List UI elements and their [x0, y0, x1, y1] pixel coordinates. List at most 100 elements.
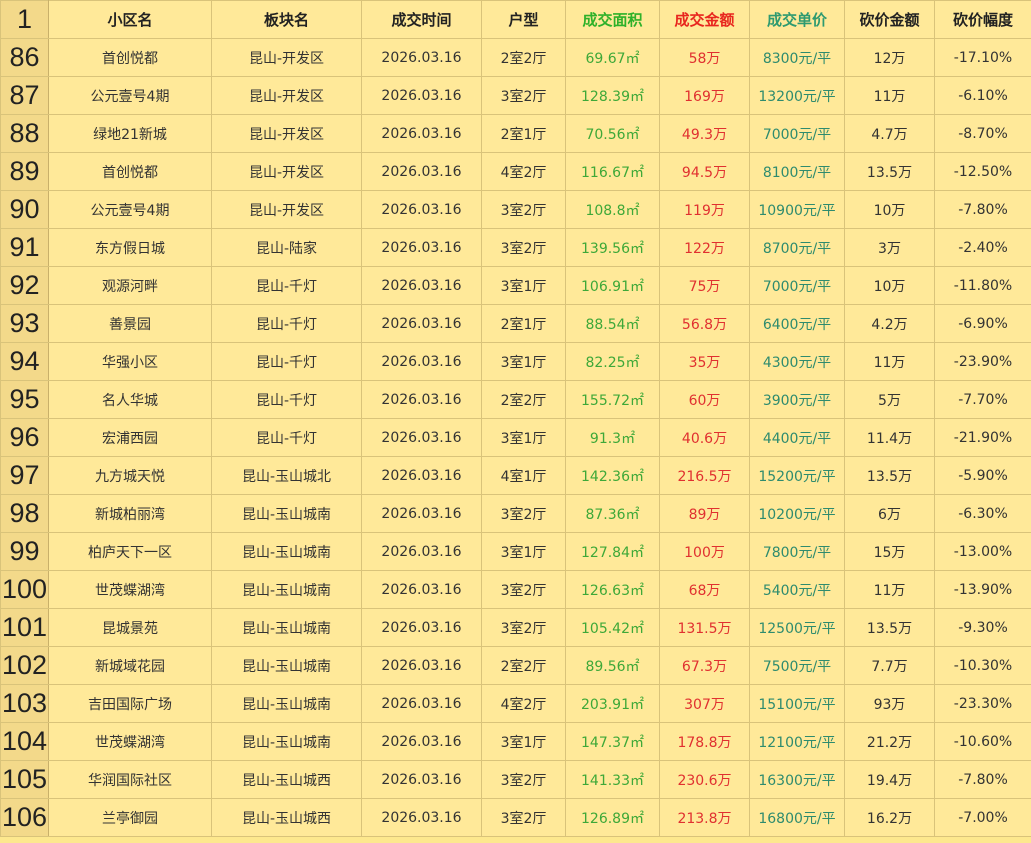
- cell-date[interactable]: 2026.03.16: [361, 722, 482, 761]
- cell-discount-amount[interactable]: 11.4万: [844, 418, 935, 457]
- cell-community[interactable]: 名人华城: [48, 380, 212, 419]
- cell-discount-rate[interactable]: -8.70%: [934, 114, 1031, 153]
- cell-district[interactable]: 昆山-开发区: [211, 114, 362, 153]
- cell-layout[interactable]: 3室2厅: [481, 76, 566, 115]
- cell-layout[interactable]: 3室1厅: [481, 722, 566, 761]
- row-number[interactable]: 93: [0, 304, 49, 343]
- table-row[interactable]: 104 世茂蝶湖湾 昆山-玉山城南 2026.03.16 3室1厅 147.37㎡ 178.…: [0, 722, 1031, 761]
- cell-layout[interactable]: 3室1厅: [481, 532, 566, 571]
- cell-district[interactable]: 昆山-千灯: [211, 266, 362, 305]
- cell-unit-price[interactable]: 4400元/平: [749, 418, 845, 457]
- cell-layout[interactable]: 3室2厅: [481, 760, 566, 799]
- cell-community[interactable]: 善景园: [48, 304, 212, 343]
- column-header-area[interactable]: 成交面积: [565, 0, 660, 39]
- cell-discount-rate[interactable]: -13.00%: [934, 532, 1031, 571]
- row-number[interactable]: 102: [0, 646, 49, 685]
- cell-layout[interactable]: 3室2厅: [481, 228, 566, 267]
- cell-district[interactable]: 昆山-千灯: [211, 342, 362, 381]
- cell-amount[interactable]: 122万: [659, 228, 750, 267]
- cell-area[interactable]: 88.54㎡: [565, 304, 660, 343]
- cell-amount[interactable]: 169万: [659, 76, 750, 115]
- cell-layout[interactable]: 2室1厅: [481, 304, 566, 343]
- cell-amount[interactable]: 307万: [659, 684, 750, 723]
- cell-amount[interactable]: 89万: [659, 494, 750, 533]
- row-number-header[interactable]: 1: [0, 0, 49, 39]
- cell-amount[interactable]: 56.8万: [659, 304, 750, 343]
- column-header-district[interactable]: 板块名: [211, 0, 362, 39]
- cell-area[interactable]: 87.36㎡: [565, 494, 660, 533]
- cell-community[interactable]: 兰亭御园: [48, 798, 212, 837]
- column-header-discount-amount[interactable]: 砍价金额: [844, 0, 935, 39]
- row-number[interactable]: 91: [0, 228, 49, 267]
- cell-district[interactable]: 昆山-开发区: [211, 38, 362, 77]
- cell-area[interactable]: 155.72㎡: [565, 380, 660, 419]
- cell-discount-rate[interactable]: -9.30%: [934, 608, 1031, 647]
- cell-community[interactable]: 华强小区: [48, 342, 212, 381]
- cell-area[interactable]: 142.36㎡: [565, 456, 660, 495]
- cell-community[interactable]: 东方假日城: [48, 228, 212, 267]
- cell-date[interactable]: 2026.03.16: [361, 760, 482, 799]
- cell-date[interactable]: 2026.03.16: [361, 342, 482, 381]
- cell-unit-price[interactable]: 10900元/平: [749, 190, 845, 229]
- cell-community[interactable]: 首创悦都: [48, 152, 212, 191]
- cell-area[interactable]: 91.3㎡: [565, 418, 660, 457]
- cell-district[interactable]: 昆山-千灯: [211, 304, 362, 343]
- cell-unit-price[interactable]: 8100元/平: [749, 152, 845, 191]
- cell-unit-price[interactable]: 7000元/平: [749, 266, 845, 305]
- cell-amount[interactable]: 94.5万: [659, 152, 750, 191]
- cell-discount-rate[interactable]: -10.30%: [934, 646, 1031, 685]
- cell-community[interactable]: 华润国际社区: [48, 760, 212, 799]
- cell-discount-rate[interactable]: -7.00%: [934, 798, 1031, 837]
- row-number[interactable]: 97: [0, 456, 49, 495]
- table-row[interactable]: 90 公元壹号4期 昆山-开发区 2026.03.16 3室2厅 108.8㎡ 119万 10…: [0, 190, 1031, 229]
- cell-district[interactable]: 昆山-玉山城西: [211, 760, 362, 799]
- cell-discount-rate[interactable]: -7.70%: [934, 380, 1031, 419]
- cell-layout[interactable]: 3室2厅: [481, 494, 566, 533]
- cell-discount-rate[interactable]: -11.80%: [934, 266, 1031, 305]
- cell-layout[interactable]: 4室1厅: [481, 456, 566, 495]
- table-row[interactable]: 87 公元壹号4期 昆山-开发区 2026.03.16 3室2厅 128.39㎡ 169万 1…: [0, 76, 1031, 115]
- row-number[interactable]: 96: [0, 418, 49, 457]
- table-row[interactable]: 93 善景园 昆山-千灯 2026.03.16 2室1厅 88.54㎡ 56.8万 6400元…: [0, 304, 1031, 343]
- cell-discount-amount[interactable]: 4.7万: [844, 114, 935, 153]
- row-number[interactable]: 106: [0, 798, 49, 837]
- cell-date[interactable]: 2026.03.16: [361, 304, 482, 343]
- cell-area[interactable]: 116.67㎡: [565, 152, 660, 191]
- cell-community[interactable]: 昆城景苑: [48, 608, 212, 647]
- row-number[interactable]: 92: [0, 266, 49, 305]
- cell-community[interactable]: 吉田国际广场: [48, 684, 212, 723]
- table-row[interactable]: 99 柏庐天下一区 昆山-玉山城南 2026.03.16 3室1厅 127.84㎡ 100万…: [0, 532, 1031, 571]
- cell-date[interactable]: 2026.03.16: [361, 190, 482, 229]
- cell-area[interactable]: 147.37㎡: [565, 722, 660, 761]
- cell-unit-price[interactable]: 13200元/平: [749, 76, 845, 115]
- cell-district[interactable]: 昆山-玉山城南: [211, 646, 362, 685]
- cell-discount-rate[interactable]: -12.50%: [934, 152, 1031, 191]
- cell-unit-price[interactable]: 5400元/平: [749, 570, 845, 609]
- cell-date[interactable]: 2026.03.16: [361, 456, 482, 495]
- cell-discount-amount[interactable]: 5万: [844, 380, 935, 419]
- row-number[interactable]: 86: [0, 38, 49, 77]
- cell-area[interactable]: 69.67㎡: [565, 38, 660, 77]
- cell-date[interactable]: 2026.03.16: [361, 532, 482, 571]
- cell-amount[interactable]: 68万: [659, 570, 750, 609]
- cell-amount[interactable]: 75万: [659, 266, 750, 305]
- cell-unit-price[interactable]: 12500元/平: [749, 608, 845, 647]
- cell-discount-rate[interactable]: -10.60%: [934, 722, 1031, 761]
- cell-unit-price[interactable]: 8300元/平: [749, 38, 845, 77]
- cell-layout[interactable]: 3室2厅: [481, 190, 566, 229]
- table-row[interactable]: 101 昆城景苑 昆山-玉山城南 2026.03.16 3室2厅 105.42㎡ 131.5…: [0, 608, 1031, 647]
- cell-district[interactable]: 昆山-开发区: [211, 76, 362, 115]
- cell-date[interactable]: 2026.03.16: [361, 76, 482, 115]
- column-header-date[interactable]: 成交时间: [361, 0, 482, 39]
- row-number[interactable]: 101: [0, 608, 49, 647]
- cell-district[interactable]: 昆山-玉山城北: [211, 456, 362, 495]
- cell-layout[interactable]: 3室1厅: [481, 266, 566, 305]
- cell-date[interactable]: 2026.03.16: [361, 114, 482, 153]
- table-row[interactable]: 94 华强小区 昆山-千灯 2026.03.16 3室1厅 82.25㎡ 35万 4300元/…: [0, 342, 1031, 381]
- cell-discount-amount[interactable]: 11万: [844, 570, 935, 609]
- cell-amount[interactable]: 35万: [659, 342, 750, 381]
- cell-discount-amount[interactable]: 16.2万: [844, 798, 935, 837]
- table-row[interactable]: 106 兰亭御园 昆山-玉山城西 2026.03.16 3室2厅 126.89㎡ 213.8…: [0, 798, 1031, 837]
- cell-date[interactable]: 2026.03.16: [361, 684, 482, 723]
- column-header-discount-rate[interactable]: 砍价幅度: [934, 0, 1031, 39]
